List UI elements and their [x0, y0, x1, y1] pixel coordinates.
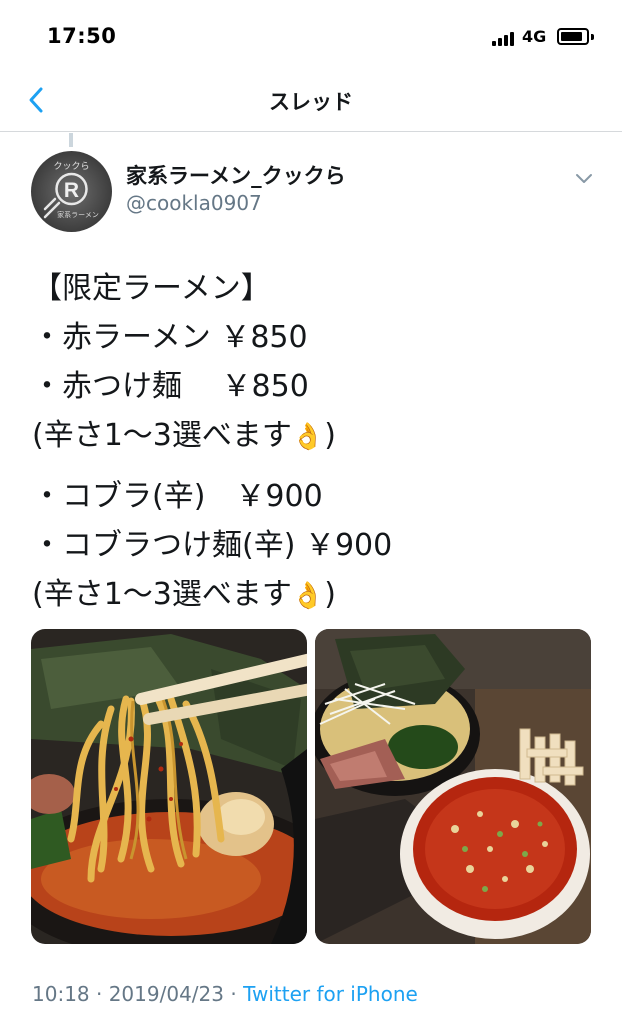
more-options-button[interactable] — [572, 168, 596, 188]
thread-connector — [69, 133, 73, 147]
chevron-down-icon — [576, 174, 592, 183]
tweet-source-link[interactable]: Twitter for iPhone — [243, 982, 418, 1006]
page-title: スレッド — [269, 90, 353, 114]
tweet-line: ・コブラつけ麺(辛) ￥900 — [32, 528, 393, 563]
tweet-line: ・赤ラーメン ￥850 — [32, 320, 308, 355]
avatar-logo-letter: R — [64, 179, 79, 202]
status-bar: 17:50 4G — [0, 0, 622, 68]
tweet-text: 【限定ラーメン】 ・赤ラーメン ￥850 ・赤つけ麺 ￥850 (辛さ1〜3選べ… — [32, 264, 602, 619]
status-time: 17:50 — [47, 24, 117, 48]
nav-bar: スレッド — [0, 68, 622, 132]
battery-icon — [557, 28, 589, 45]
ok-hand-emoji: 👌 — [291, 581, 325, 611]
tweet-line: 【限定ラーメン】 — [32, 271, 271, 306]
display-name[interactable]: 家系ラーメン_クックら — [126, 160, 346, 190]
network-label: 4G — [522, 27, 547, 46]
tweet-line: (辛さ1〜3選べます👌) — [32, 411, 602, 460]
avatar[interactable]: R クックら 家系ラーメン — [31, 151, 112, 232]
signal-icon — [492, 30, 518, 46]
tweet-photo-2[interactable] — [315, 629, 591, 944]
tweet-photo-1[interactable] — [31, 629, 307, 944]
tweet-timestamp: 10:18 · 2019/04/23 · — [32, 982, 244, 1006]
tweet-line: (辛さ1〜3選べます👌) — [32, 570, 602, 619]
avatar-top-text: クックら — [53, 161, 89, 172]
avatar-bottom-text: 家系ラーメン — [57, 210, 99, 219]
tweet-line: ・赤つけ麺 ￥850 — [32, 369, 309, 404]
tweet-meta: 10:18 · 2019/04/23 · Twitter for iPhone — [32, 982, 418, 1006]
battery-tip — [591, 34, 594, 40]
ok-hand-emoji: 👌 — [291, 422, 325, 452]
tweet-line: ・コブラ(辛) ￥900 — [32, 479, 323, 514]
user-handle[interactable]: @cookla0907 — [126, 191, 262, 215]
